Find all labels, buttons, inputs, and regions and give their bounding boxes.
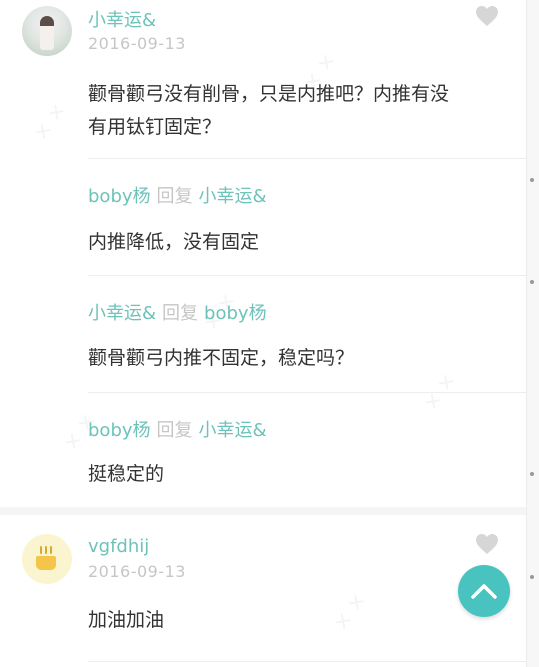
comment-username[interactable]: 小幸运& <box>88 6 156 32</box>
comment-date: 2016-09-13 <box>88 562 186 581</box>
scroll-marker <box>530 472 534 476</box>
comment-page: 小幸运& 2016-09-13 颧骨颧弓没有削骨，只是内推吧？内推有没 有用钛钉… <box>0 0 527 667</box>
reply-header: boby杨 回复 小幸运& <box>88 416 267 442</box>
reply-header: 小幸运& 回复 boby杨 <box>88 299 267 325</box>
comment-text: 颧骨颧弓没有削骨，只是内推吧？内推有没 有用钛钉固定？ <box>88 78 508 144</box>
reply-from[interactable]: boby杨 <box>88 186 151 207</box>
divider <box>88 661 527 662</box>
divider <box>88 275 527 276</box>
reply-verb: 回复 <box>162 303 199 324</box>
reply-from[interactable]: 小幸运& <box>88 303 156 324</box>
reply-text: 颧骨颧弓内推不固定，稳定吗？ <box>88 347 355 369</box>
reply-from[interactable]: boby杨 <box>88 420 151 441</box>
comment-text: 加油加油 <box>88 609 165 631</box>
reply-verb: 回复 <box>156 420 193 441</box>
heart-icon[interactable] <box>475 5 499 27</box>
reply-header: boby杨 回复 小幸运& <box>88 182 267 208</box>
watermark-mark: ✕ ✕ <box>329 589 372 635</box>
chevron-up-icon <box>471 584 497 599</box>
scroll-marker <box>530 575 534 579</box>
reply-to[interactable]: 小幸运& <box>199 186 267 207</box>
avatar-figure <box>40 16 54 50</box>
scroll-marker <box>530 280 534 284</box>
watermark-mark: ✕ ✕ <box>29 99 72 145</box>
scroll-top-button[interactable] <box>458 565 510 617</box>
reply-to[interactable]: 小幸运& <box>199 420 267 441</box>
comment-text-line: 有用钛钉固定？ <box>88 116 222 138</box>
comment-text-line: 颧骨颧弓没有削骨，只是内推吧？内推有没 <box>88 83 450 105</box>
divider <box>88 392 527 393</box>
avatar[interactable] <box>22 534 72 584</box>
scroll-marker <box>530 178 534 182</box>
heart-icon[interactable] <box>475 533 499 555</box>
reply-text: 内推降低，没有固定 <box>88 231 260 253</box>
steam-mark <box>50 546 52 554</box>
divider <box>88 158 527 159</box>
comment-date: 2016-09-13 <box>88 34 186 53</box>
cup-icon <box>36 556 56 570</box>
reply-to[interactable]: boby杨 <box>204 303 267 324</box>
steam-mark <box>45 546 47 554</box>
steam-mark <box>40 546 42 554</box>
reply-verb: 回复 <box>156 186 193 207</box>
comment-username[interactable]: vgfdhij <box>88 536 149 557</box>
scrollbar-track[interactable] <box>526 0 539 667</box>
avatar[interactable] <box>22 6 72 56</box>
reply-text: 挺稳定的 <box>88 463 165 485</box>
section-separator <box>0 507 527 515</box>
